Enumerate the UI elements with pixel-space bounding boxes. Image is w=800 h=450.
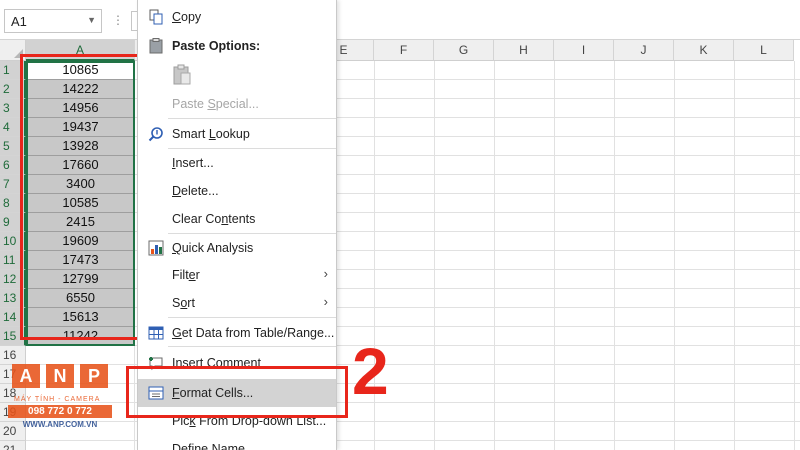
column-header-l[interactable]: L <box>734 40 794 61</box>
menu-label-quick-analysis: Quick Analysis <box>172 241 254 255</box>
column-header-g[interactable]: G <box>434 40 494 61</box>
anp-watermark-logo: A N P MÁY TÍNH - CAMERA 098 772 0 772 WW… <box>8 360 112 438</box>
annotation-number-2: 2 <box>352 334 389 408</box>
menu-separator <box>168 118 336 119</box>
formula-bar-area: A1 ▼ ⋮ <box>0 0 800 40</box>
menu-label-paste-special: Paste Special... <box>172 97 259 111</box>
menu-item-delete[interactable]: Delete... <box>138 177 336 205</box>
copy-icon <box>148 9 164 25</box>
menu-item-define-name[interactable]: Define Name... <box>138 435 336 450</box>
annotation-box-step-2 <box>126 366 348 418</box>
menu-label-paste-options: Paste Options: <box>172 39 261 53</box>
watermark-phone: 098 772 0 772 <box>8 405 112 418</box>
menu-item-insert[interactable]: Insert... <box>138 149 336 177</box>
table-icon <box>148 325 164 341</box>
menu-separator <box>168 346 336 347</box>
paste-clipboard-icon <box>172 64 192 86</box>
smart-lookup-icon <box>148 126 164 142</box>
name-box-value: A1 <box>11 14 27 29</box>
column-header-j[interactable]: J <box>614 40 674 61</box>
menu-item-smart-lookup[interactable]: Smart Lookup <box>138 120 336 148</box>
watermark-letter-a: A <box>12 364 40 388</box>
annotation-box-step-1 <box>20 54 143 340</box>
menu-label-smart-lookup: Smart Lookup <box>172 127 250 141</box>
menu-label-filter: Filter <box>172 268 200 282</box>
menu-item-get-data[interactable]: Get Data from Table/Range... <box>138 319 336 347</box>
column-header-i[interactable]: I <box>554 40 614 61</box>
menu-header-paste-options: Paste Options: <box>138 32 336 60</box>
menu-item-filter[interactable]: Filter › <box>138 261 336 289</box>
menu-label-get-data: Get Data from Table/Range... <box>172 326 335 340</box>
column-header-f[interactable]: F <box>374 40 434 61</box>
clipboard-icon <box>148 38 164 54</box>
chevron-right-icon: › <box>323 266 328 281</box>
menu-item-copy[interactable]: Copy <box>138 3 336 31</box>
menu-label-copy: Copy <box>172 10 202 24</box>
menu-label-sort: Sort <box>172 296 195 310</box>
name-box[interactable]: A1 ▼ <box>4 9 102 33</box>
menu-label-clear-contents: Clear Contents <box>172 212 256 226</box>
watermark-website: WWW.ANP.COM.VN <box>22 420 98 429</box>
menu-label-insert: Insert... <box>172 156 214 170</box>
watermark-letter-p: P <box>80 364 108 388</box>
watermark-letter-n: N <box>46 364 74 388</box>
menu-label-delete: Delete... <box>172 184 219 198</box>
menu-item-sort[interactable]: Sort › <box>138 289 336 317</box>
chevron-down-icon[interactable]: ▼ <box>87 15 96 25</box>
menu-item-quick-analysis[interactable]: Quick Analysis <box>138 234 336 262</box>
menu-item-clear-contents[interactable]: Clear Contents <box>138 205 336 233</box>
column-header-k[interactable]: K <box>674 40 734 61</box>
quick-analysis-icon <box>148 240 164 256</box>
menu-label-define-name: Define Name... <box>172 442 256 450</box>
column-header-h[interactable]: H <box>494 40 554 61</box>
menu-separator <box>168 317 336 318</box>
menu-item-paste-special[interactable]: Paste Special... <box>138 90 336 118</box>
paste-option-button[interactable] <box>138 60 336 90</box>
chevron-right-icon: › <box>323 294 328 309</box>
splitter-dots-icon[interactable]: ⋮ <box>112 13 124 27</box>
row-header-21[interactable]: 21 <box>0 441 26 450</box>
watermark-tagline: MÁY TÍNH - CAMERA <box>14 396 101 403</box>
